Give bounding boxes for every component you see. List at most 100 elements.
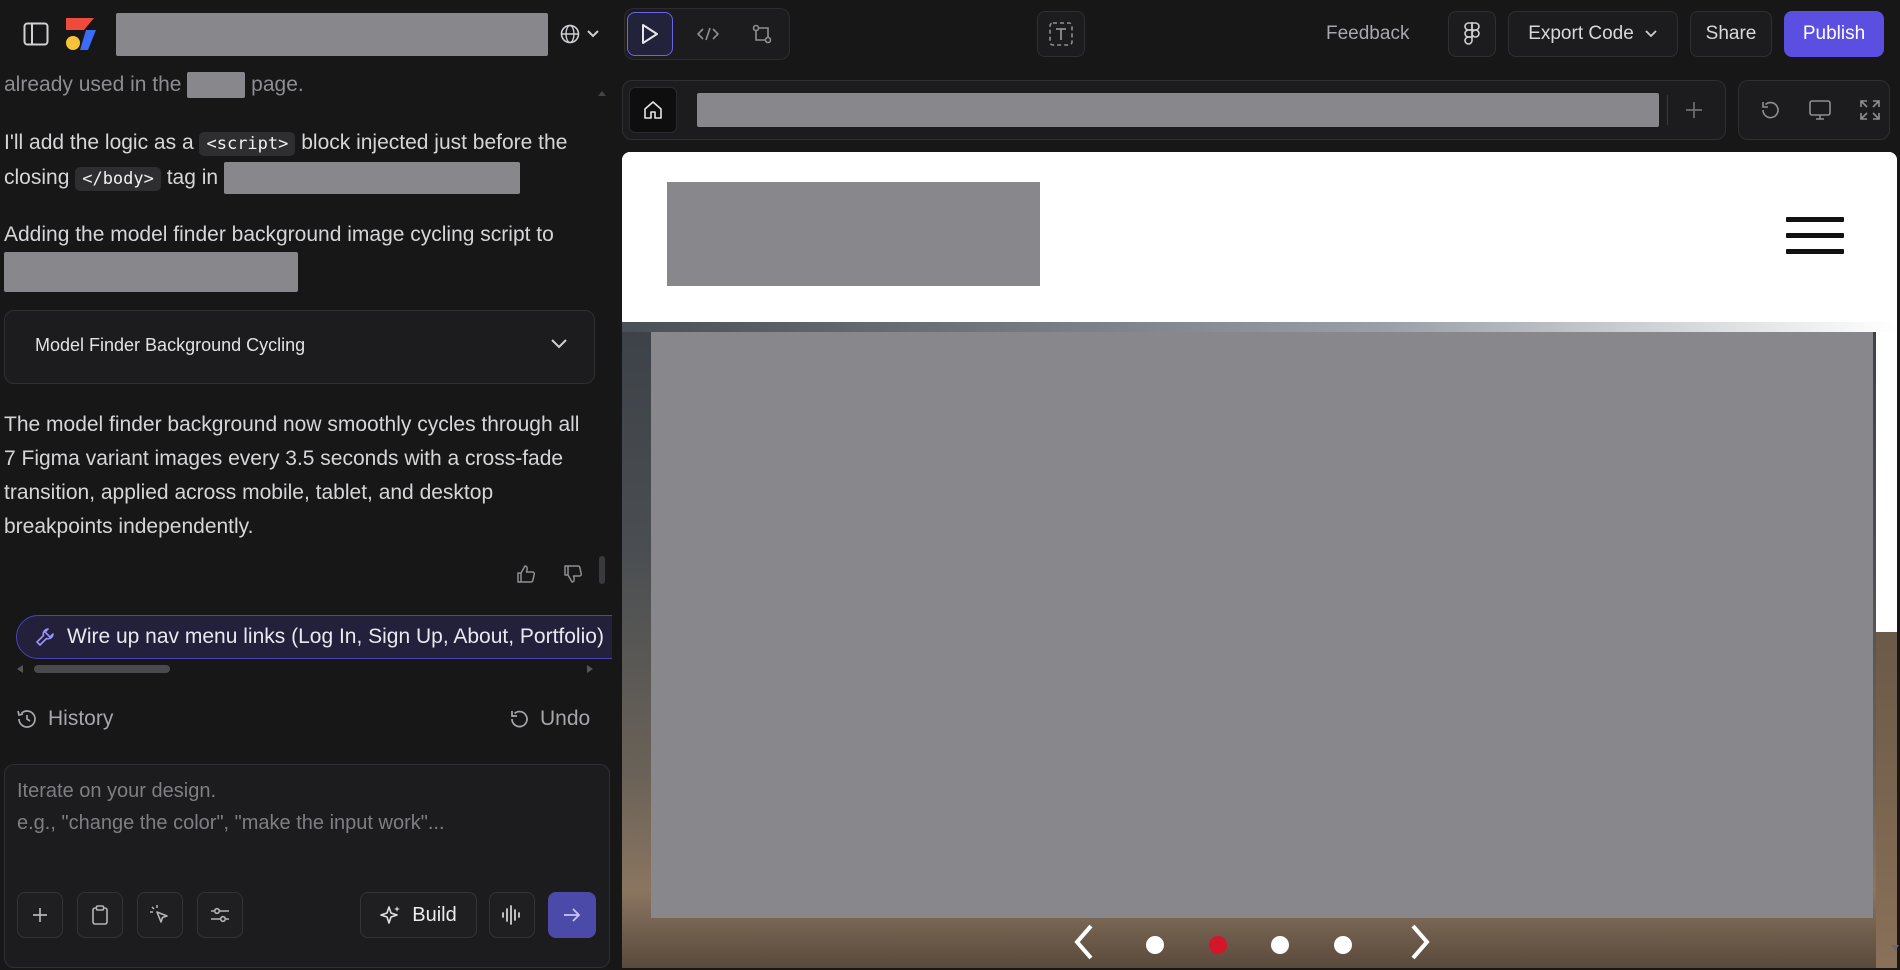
prompt-input[interactable] xyxy=(17,775,597,845)
globe-icon xyxy=(560,24,580,44)
code-mode-button[interactable] xyxy=(685,12,731,56)
site-logo-redacted[interactable] xyxy=(667,182,1040,286)
redacted-text xyxy=(187,72,246,99)
plus-icon xyxy=(1686,102,1702,118)
chevron-down-icon xyxy=(1645,30,1657,38)
scroll-left-arrow-icon[interactable] xyxy=(16,665,24,673)
export-code-label: Export Code xyxy=(1528,23,1634,44)
chat-message-paragraph: The model finder background now smoothly… xyxy=(4,413,580,538)
history-button[interactable]: History xyxy=(16,704,113,734)
figma-icon xyxy=(1464,22,1480,45)
git-compare-icon xyxy=(752,24,772,44)
divider xyxy=(1667,95,1668,125)
export-code-button[interactable]: Export Code xyxy=(1508,11,1678,57)
scroll-down-arrow-icon[interactable] xyxy=(1890,940,1900,968)
undo-button[interactable]: Undo xyxy=(508,704,590,734)
undo-icon xyxy=(511,710,528,728)
undo-label: Undo xyxy=(540,707,591,730)
arrow-right-icon xyxy=(564,908,581,922)
cursor-select-icon xyxy=(150,905,168,923)
chat-panel: already used in the page. I'll add the l… xyxy=(0,68,612,970)
sliders-icon xyxy=(211,907,229,923)
home-icon xyxy=(644,101,662,119)
hero-edge-photo xyxy=(1876,632,1897,968)
site-header xyxy=(622,152,1897,322)
clipboard-icon xyxy=(92,905,108,925)
voice-input-button[interactable] xyxy=(489,892,535,938)
chevron-down-icon xyxy=(587,30,599,38)
para-text: Adding the model finder background image… xyxy=(4,223,554,246)
faded-text-start: already used in the xyxy=(4,73,182,96)
carousel-dot[interactable] xyxy=(1334,936,1352,954)
feedback-link[interactable]: Feedback xyxy=(1326,20,1409,48)
add-attachment-button[interactable] xyxy=(17,892,63,938)
preview-frame xyxy=(622,152,1897,968)
carousel-dot[interactable] xyxy=(1271,936,1289,954)
share-button[interactable]: Share xyxy=(1690,11,1772,57)
history-label: History xyxy=(48,707,114,730)
preview-mode-button[interactable] xyxy=(627,12,673,56)
preview-url-bar xyxy=(622,80,1726,140)
code-icon xyxy=(697,27,719,41)
build-label: Build xyxy=(412,903,457,926)
suggestion-chip[interactable]: Wire up nav menu links (Log In, Sign Up,… xyxy=(16,615,612,659)
top-bar: Feedback Export Code Share Publish xyxy=(0,0,1900,68)
play-icon xyxy=(642,24,658,44)
versions-mode-button[interactable] xyxy=(739,12,785,56)
sidebar-toggle-icon[interactable] xyxy=(22,20,50,48)
scroll-up-arrow-icon[interactable] xyxy=(597,84,607,96)
chat-scrollbar[interactable] xyxy=(599,556,605,584)
chat-message-faded: already used in the page. xyxy=(4,68,604,102)
select-element-button[interactable] xyxy=(137,892,183,938)
carousel-dot[interactable] xyxy=(1146,936,1164,954)
redacted-filename xyxy=(4,252,298,292)
thumbs-down-icon[interactable] xyxy=(563,564,583,589)
device-toggle-button[interactable] xyxy=(1805,95,1835,125)
carousel-dot-active[interactable] xyxy=(1209,936,1227,954)
scroll-right-arrow-icon[interactable] xyxy=(586,665,594,673)
para-text: I'll add the logic as a xyxy=(4,131,194,154)
chat-message-paragraph: Adding the model finder background image… xyxy=(4,218,604,292)
wrench-icon xyxy=(36,628,54,646)
refresh-icon xyxy=(1762,101,1779,119)
fullscreen-button[interactable] xyxy=(1855,95,1885,125)
preview-tools xyxy=(1738,80,1890,140)
carousel-next-icon[interactable] xyxy=(1402,920,1438,964)
chat-message-paragraph: I'll add the logic as a <script> block i… xyxy=(4,126,604,196)
home-button[interactable] xyxy=(629,87,677,133)
artifact-card-title: Model Finder Background Cycling xyxy=(35,335,306,355)
project-title-redacted[interactable] xyxy=(116,13,548,56)
settings-button[interactable] xyxy=(197,892,243,938)
app-logo xyxy=(64,16,98,52)
suggestion-scrollbar[interactable] xyxy=(16,664,594,674)
inline-code-script: <script> xyxy=(199,132,296,156)
hamburger-menu-icon[interactable] xyxy=(1786,214,1844,258)
clipboard-button[interactable] xyxy=(77,892,123,938)
artifact-card[interactable]: Model Finder Background Cycling xyxy=(4,310,595,384)
expand-icon xyxy=(1860,100,1880,120)
monitor-icon xyxy=(1809,100,1831,120)
new-tab-button[interactable] xyxy=(1679,95,1709,125)
faded-text-end: page. xyxy=(251,73,304,96)
figma-button[interactable] xyxy=(1448,11,1496,57)
waveform-icon xyxy=(502,905,520,925)
text-select-icon xyxy=(1049,22,1073,46)
plus-icon xyxy=(33,908,47,922)
send-button[interactable] xyxy=(548,892,596,938)
scrollbar-thumb[interactable] xyxy=(34,665,170,673)
thumbs-up-icon[interactable] xyxy=(516,564,536,589)
view-mode-group xyxy=(624,8,790,60)
reload-button[interactable] xyxy=(1755,95,1785,125)
publish-button[interactable]: Publish xyxy=(1784,11,1884,57)
url-field-redacted[interactable] xyxy=(697,93,1659,127)
redacted-filename xyxy=(223,162,520,195)
sparkle-icon xyxy=(380,906,401,924)
hero-image-redacted xyxy=(651,332,1873,918)
carousel-prev-icon[interactable] xyxy=(1066,920,1102,964)
build-button[interactable]: Build xyxy=(360,892,477,938)
history-icon xyxy=(17,710,36,728)
language-select[interactable] xyxy=(560,20,610,48)
text-tool-button[interactable] xyxy=(1037,11,1085,57)
suggestion-label: Wire up nav menu links (Log In, Sign Up,… xyxy=(67,625,604,648)
inline-code-body: </body> xyxy=(75,167,161,191)
